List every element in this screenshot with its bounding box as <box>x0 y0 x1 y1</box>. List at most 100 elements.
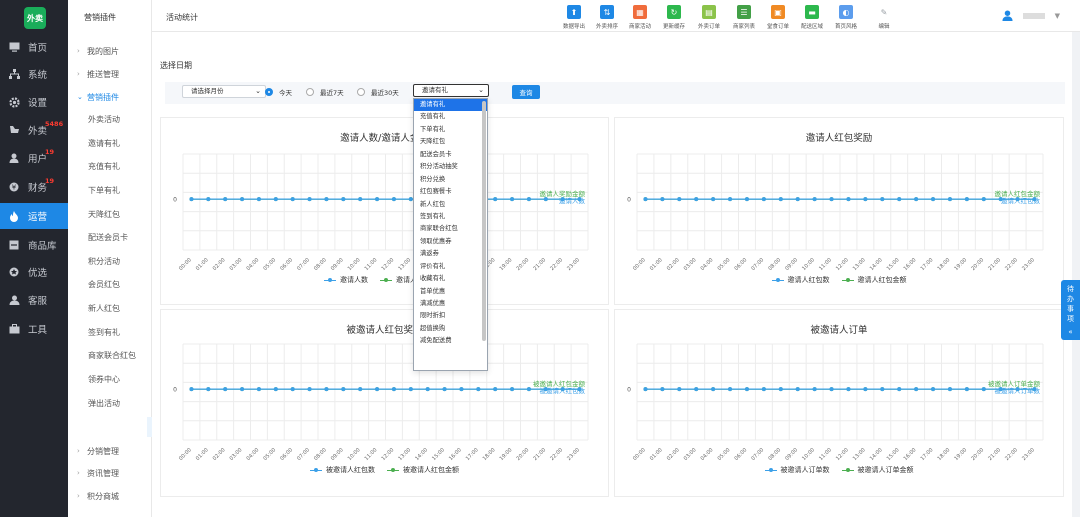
sidebar-item-8[interactable]: 优选 <box>0 259 68 285</box>
sidebar-item-10[interactable]: 工具 <box>0 316 68 342</box>
radio-today[interactable]: 今天 <box>265 87 292 97</box>
submenu-item[interactable]: 下单有礼 <box>68 180 152 200</box>
dropdown-option[interactable]: 领取优惠券 <box>414 236 487 248</box>
dropdown-option[interactable]: 满减优惠 <box>414 298 487 310</box>
legend-item[interactable]: 被邀请人红包数 <box>310 465 375 475</box>
sidebar-item-9[interactable]: 客服 <box>0 287 68 313</box>
submenu-item[interactable]: 会员红包 <box>68 274 152 294</box>
submenu-item[interactable]: › 分销管理 <box>68 441 152 461</box>
submenu-item[interactable]: 商家联合红包 <box>68 345 152 365</box>
toolbar-button-2[interactable]: ▦ 商家活动 <box>621 5 659 30</box>
toolbar-button-4[interactable]: ▤ 外卖订单 <box>690 5 728 30</box>
dropdown-option[interactable]: 邀请有礼 <box>414 99 487 112</box>
data-point <box>307 197 312 202</box>
toolbar-button-5[interactable]: ☰ 商家列表 <box>725 5 763 30</box>
dropdown-option[interactable]: 减免配送费 <box>414 335 487 347</box>
sidebar-item-4[interactable]: 用户 19 <box>0 145 68 171</box>
refresh-icon: ↻ <box>667 5 681 19</box>
sort-icon: ⇅ <box>600 5 614 19</box>
data-point <box>728 197 733 202</box>
dropdown-option[interactable]: 红包赛餐卡 <box>414 186 487 198</box>
radio-dot-icon <box>357 88 365 96</box>
legend-item[interactable]: 邀请人红包数 <box>771 275 830 285</box>
query-button[interactable]: 查询 <box>512 85 540 99</box>
sidebar-item-1[interactable]: 系统 <box>0 61 68 87</box>
chevron-right-icon: › <box>77 70 80 78</box>
dropdown-option[interactable]: 配送会员卡 <box>414 149 487 161</box>
x-tick-label: 00:00 <box>632 447 647 462</box>
x-tick-label: 02:00 <box>666 447 681 462</box>
toolbar-button-9[interactable]: ✎ 编辑 <box>865 5 903 31</box>
dropdown-scrollbar[interactable] <box>482 101 486 341</box>
dropdown-option[interactable]: 首单优惠 <box>414 286 487 298</box>
sidebar-item-label: 优选 <box>28 268 48 279</box>
dropdown-option[interactable]: 充值有礼 <box>414 111 487 123</box>
x-tick-label: 17:00 <box>920 447 935 462</box>
dropdown-option[interactable]: 新人红包 <box>414 199 487 211</box>
dropdown-option[interactable]: 收藏有礼 <box>414 273 487 285</box>
toolbar-button-3[interactable]: ↻ 更新缓存 <box>655 5 693 30</box>
toolbar-button-6[interactable]: ▣ 堂食订单 <box>759 5 797 30</box>
dropdown-option[interactable]: 超值换购 <box>414 323 487 335</box>
legend-label: 被邀请人订单金额 <box>857 466 914 474</box>
sidebar-item-5[interactable]: ¥ 财务 19 <box>0 174 68 200</box>
submenu-item[interactable]: 天降红包 <box>68 204 152 224</box>
sidebar-item-2[interactable]: 设置 <box>0 89 68 115</box>
activity-dropdown-list: 邀请有礼 充值有礼 下单有礼 天降红包 配送会员卡 积分活动抽奖 积分兑换 红包赛餐卡 新人红包… <box>413 98 488 371</box>
x-tick-label: 03:00 <box>229 447 244 462</box>
truck-icon: ▬ <box>805 5 819 19</box>
dropdown-option[interactable]: 积分活动抽奖 <box>414 161 487 173</box>
dropdown-option[interactable]: 天降红包 <box>414 136 487 148</box>
x-tick-label: 17:00 <box>920 257 935 272</box>
x-tick-label: 16:00 <box>448 447 463 462</box>
submenu-item[interactable]: 新人红包 <box>68 298 152 318</box>
submenu-item[interactable]: › 我的图片 <box>68 41 152 61</box>
submenu-item[interactable]: 配送会员卡 <box>68 227 152 247</box>
radio-last-7-days[interactable]: 最近7天 <box>306 87 344 97</box>
data-point <box>256 387 261 392</box>
dropdown-option[interactable]: 评价有礼 <box>414 261 487 273</box>
sidebar-item-0[interactable]: 首页 <box>0 34 68 60</box>
submenu-item[interactable]: › 推送管理 <box>68 64 152 84</box>
data-point <box>711 197 716 202</box>
legend-item[interactable]: 邀请人红包金额 <box>841 275 907 285</box>
data-point <box>256 197 261 202</box>
toolbar-button-7[interactable]: ▬ 配送区域 <box>793 5 831 30</box>
dropdown-option[interactable]: 限时折扣 <box>414 310 487 322</box>
todo-side-tab[interactable]: 待办事项 « <box>1061 280 1080 340</box>
submenu-item[interactable]: 邀请有礼 <box>68 133 152 153</box>
sidebar-item-6[interactable]: 运营 <box>0 203 68 229</box>
submenu-item[interactable]: 签到有礼 <box>68 322 152 342</box>
chart-legend-4: 被邀请人订单数 被邀请人订单金额 <box>615 465 1063 475</box>
user-menu[interactable]: ▼ <box>1002 10 1060 21</box>
submenu-item[interactable]: 充值有礼 <box>68 156 152 176</box>
submenu-item[interactable]: › 资讯管理 <box>68 463 152 483</box>
legend-item[interactable]: 被邀请人订单数 <box>764 465 830 475</box>
x-tick-label: 09:00 <box>330 257 345 272</box>
data-point <box>189 197 194 202</box>
x-tick-label: 01:00 <box>195 257 210 272</box>
submenu-item[interactable]: ⌄ 营销插件 <box>68 87 152 107</box>
dropdown-option[interactable]: 积分兑换 <box>414 174 487 186</box>
legend-item[interactable]: 被邀请人订单金额 <box>841 465 914 475</box>
sidebar-item-3[interactable]: 外卖 5486 <box>0 117 68 143</box>
submenu-item[interactable]: 外卖活动 <box>68 109 152 129</box>
app-logo[interactable]: 外卖 <box>24 7 46 29</box>
month-select[interactable]: 请选择月份 ⌄ <box>182 85 266 98</box>
activity-select[interactable]: 邀请有礼 ⌄ <box>413 84 489 97</box>
toolbar-button-8[interactable]: ◐ 首页风格 <box>827 5 865 30</box>
submenu-item[interactable]: 弹出活动 <box>68 393 152 413</box>
submenu-item[interactable]: 积分活动 <box>68 251 152 271</box>
radio-last-30-days[interactable]: 最近30天 <box>357 87 399 97</box>
submenu-item[interactable]: › 积分商城 <box>68 486 152 506</box>
dropdown-option[interactable]: 商家联合红包 <box>414 223 487 235</box>
dropdown-option[interactable]: 下单有礼 <box>414 124 487 136</box>
legend-item[interactable]: 邀请人数 <box>324 275 368 285</box>
dropdown-option[interactable]: 满返券 <box>414 248 487 260</box>
x-tick-label: 10:00 <box>801 447 816 462</box>
legend-item[interactable]: 被邀请人红包金额 <box>387 465 459 475</box>
submenu-item[interactable]: 领券中心 <box>68 369 152 389</box>
data-point <box>660 387 665 392</box>
sidebar-item-7[interactable]: 商品库 <box>0 232 68 258</box>
dropdown-option[interactable]: 签到有礼 <box>414 211 487 223</box>
